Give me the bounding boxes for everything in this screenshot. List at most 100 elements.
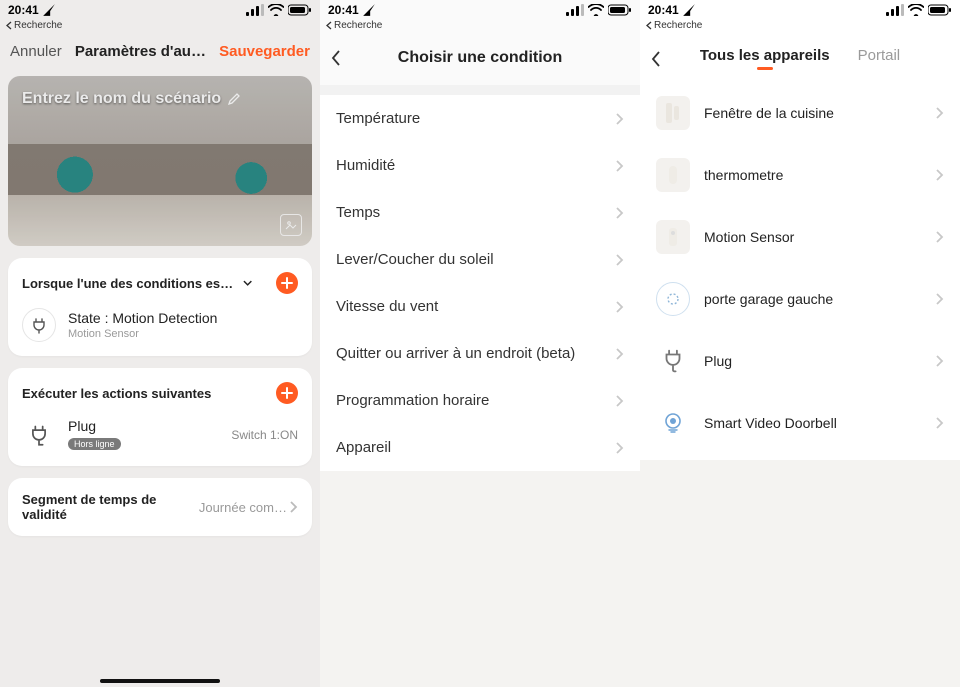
device-row-window-sensor[interactable]: Fenêtre de la cuisine (640, 82, 960, 144)
offline-badge: Hors ligne (68, 438, 121, 450)
chevron-right-icon (935, 354, 944, 368)
action-item[interactable]: Plug Hors ligne Switch 1:ON (22, 404, 298, 452)
thermometer-icon (656, 158, 690, 192)
cellular-icon (566, 4, 584, 16)
validity-value: Journée com… (199, 500, 287, 515)
list-item-label: Vitesse du vent (336, 298, 438, 315)
chevron-right-icon (935, 230, 944, 244)
image-icon (285, 219, 297, 231)
condition-row-schedule[interactable]: Programmation horaire (320, 377, 640, 424)
chevron-right-icon (935, 292, 944, 306)
condition-row-geofence[interactable]: Quitter ou arriver à un endroit (beta) (320, 330, 640, 377)
nav-header: Choisir une condition (320, 35, 640, 85)
plug-icon (656, 344, 690, 378)
nav-header: Tous les appareils Portail (640, 35, 960, 82)
save-button[interactable]: Sauvegarder (219, 43, 310, 60)
page-title: Choisir une condition (398, 49, 562, 67)
chevron-right-icon (615, 394, 624, 408)
chevron-right-icon (615, 300, 624, 314)
actions-card: Exécuter les actions suivantes Plug Hors… (8, 368, 312, 466)
condition-row-weather[interactable]: Temps (320, 189, 640, 236)
add-action-button[interactable] (276, 382, 298, 404)
wifi-icon (908, 4, 924, 16)
device-label: porte garage gauche (704, 291, 833, 307)
chevron-right-icon (615, 112, 624, 126)
location-arrow-icon (42, 3, 56, 17)
chevron-right-icon (615, 206, 624, 220)
conditions-header-label: Lorsque l'une des conditions est re… (22, 276, 237, 291)
device-row-garage-door[interactable]: porte garage gauche (640, 268, 960, 330)
chevron-right-icon (615, 253, 624, 267)
device-row-motion-sensor[interactable]: Motion Sensor (640, 206, 960, 268)
condition-row-humidity[interactable]: Humidité (320, 142, 640, 189)
breadcrumb[interactable]: Recherche (640, 20, 960, 35)
breadcrumb-label: Recherche (334, 20, 382, 31)
doorbell-icon (656, 406, 690, 440)
device-row-doorbell[interactable]: Smart Video Doorbell (640, 392, 960, 454)
chevron-right-icon (935, 106, 944, 120)
condition-item[interactable]: State : Motion Detection Motion Sensor (22, 294, 298, 342)
location-arrow-icon (362, 3, 376, 17)
home-indicator (100, 679, 220, 683)
chevron-down-icon (243, 278, 252, 288)
tab-portal[interactable]: Portail (858, 47, 901, 70)
device-row-plug[interactable]: Plug (640, 330, 960, 392)
breadcrumb-label: Recherche (654, 20, 702, 31)
change-cover-button[interactable] (280, 214, 302, 236)
status-bar: 20:41 (640, 0, 960, 20)
list-item-label: Lever/Coucher du soleil (336, 251, 494, 268)
device-label: Motion Sensor (704, 229, 794, 245)
add-condition-button[interactable] (276, 272, 298, 294)
validity-label: Segment de temps de validité (22, 492, 199, 522)
condition-row-temperature[interactable]: Température (320, 95, 640, 142)
location-arrow-icon (682, 3, 696, 17)
condition-row-device[interactable]: Appareil (320, 424, 640, 471)
chevron-right-icon (615, 347, 624, 361)
wifi-icon (268, 4, 284, 16)
chevron-right-icon (615, 159, 624, 173)
conditions-mode-selector[interactable]: Lorsque l'une des conditions est re… (22, 276, 252, 291)
battery-icon (608, 4, 632, 16)
validity-segment-row[interactable]: Segment de temps de validité Journée com… (8, 478, 312, 536)
nav-header: Annuler Paramètres d'au… Sauvegarder (0, 35, 320, 68)
wifi-icon (588, 4, 604, 16)
scenario-cover-image[interactable]: Entrez le nom du scénario (8, 76, 312, 246)
window-sensor-icon (656, 96, 690, 130)
device-label: thermometre (704, 167, 783, 183)
cellular-icon (886, 4, 904, 16)
breadcrumb[interactable]: Recherche (0, 20, 320, 35)
list-item-label: Température (336, 110, 420, 127)
back-button[interactable] (650, 50, 662, 68)
chevron-right-icon (935, 416, 944, 430)
list-item-label: Programmation horaire (336, 392, 489, 409)
screen-choose-condition: 20:41 Recherche Choisir une condition Te… (320, 0, 640, 687)
device-row-thermometer[interactable]: thermometre (640, 144, 960, 206)
conditions-card: Lorsque l'une des conditions est re… Sta… (8, 258, 312, 356)
page-title: Paramètres d'au… (75, 43, 206, 60)
condition-row-wind-speed[interactable]: Vitesse du vent (320, 283, 640, 330)
cancel-button[interactable]: Annuler (10, 43, 62, 60)
scenario-name-input[interactable]: Entrez le nom du scénario (22, 90, 221, 108)
breadcrumb[interactable]: Recherche (320, 20, 640, 35)
screen-all-devices: 20:41 Recherche Tous les appareils Porta… (640, 0, 960, 687)
motion-sensor-icon (656, 220, 690, 254)
chevron-left-icon (330, 49, 342, 67)
plus-icon (281, 387, 293, 399)
condition-list: Température Humidité Temps Lever/Coucher… (320, 95, 640, 471)
chevron-left-icon (646, 21, 652, 30)
list-item-label: Humidité (336, 157, 395, 174)
empty-space (640, 460, 960, 687)
condition-row-sunrise-sunset[interactable]: Lever/Coucher du soleil (320, 236, 640, 283)
device-label: Fenêtre de la cuisine (704, 105, 834, 121)
tab-all-devices[interactable]: Tous les appareils (700, 47, 830, 70)
condition-subtitle: Motion Sensor (68, 328, 217, 340)
chevron-left-icon (6, 21, 12, 30)
chevron-right-icon (935, 168, 944, 182)
battery-icon (928, 4, 952, 16)
breadcrumb-label: Recherche (14, 20, 62, 31)
screen-automation-settings: 20:41 Recherche Annuler Paramètres d'au…… (0, 0, 320, 687)
device-label: Smart Video Doorbell (704, 415, 837, 431)
back-button[interactable] (330, 49, 342, 67)
list-item-label: Quitter ou arriver à un endroit (beta) (336, 345, 575, 362)
cellular-icon (246, 4, 264, 16)
